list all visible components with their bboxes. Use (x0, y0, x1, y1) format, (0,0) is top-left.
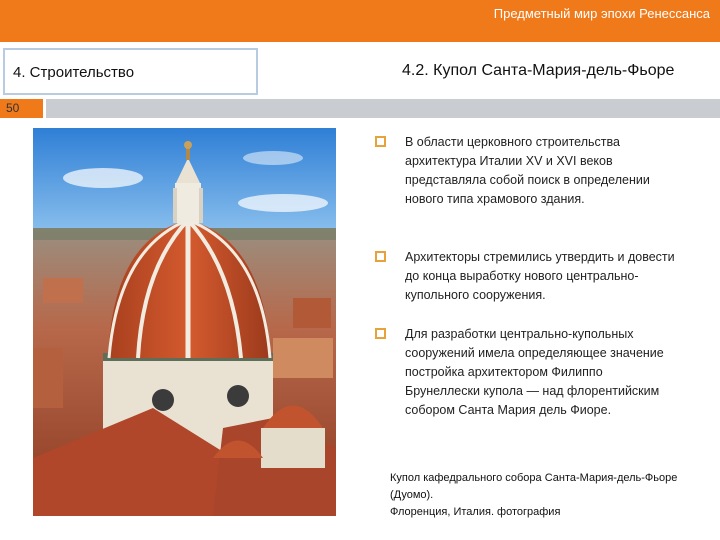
slide-title: 4.2. Купол Санта-Мария-дель-Фьоре (402, 62, 675, 79)
hollow-square-bullet-icon (375, 328, 386, 339)
photo-caption: Купол кафедрального собора Санта-Мария-д… (390, 470, 690, 521)
bullet-text: В области церковного строительства архит… (405, 135, 650, 206)
caption-line: Флоренция, Италия. фотография (390, 506, 561, 518)
page-number: 50 (6, 101, 20, 115)
page-number-badge: 50 (0, 99, 43, 118)
section-label: 4. Строительство (13, 64, 135, 81)
header-title: Предметный мир эпохи Ренессанса (493, 6, 710, 21)
hollow-square-bullet-icon (375, 136, 386, 147)
bullet-text: Для разработки центрально-купольных соор… (405, 327, 664, 417)
caption-line: Купол кафедрального собора Санта-Мария-д… (390, 472, 678, 501)
bullet-text: Архитекторы стремились утвердить и довес… (405, 250, 675, 302)
divider-bar (46, 99, 720, 118)
hollow-square-bullet-icon (375, 251, 386, 262)
section-box: 4. Строительство (3, 48, 258, 95)
duomo-photo (33, 128, 336, 516)
top-header-bar: Предметный мир эпохи Ренессанса (0, 0, 720, 42)
